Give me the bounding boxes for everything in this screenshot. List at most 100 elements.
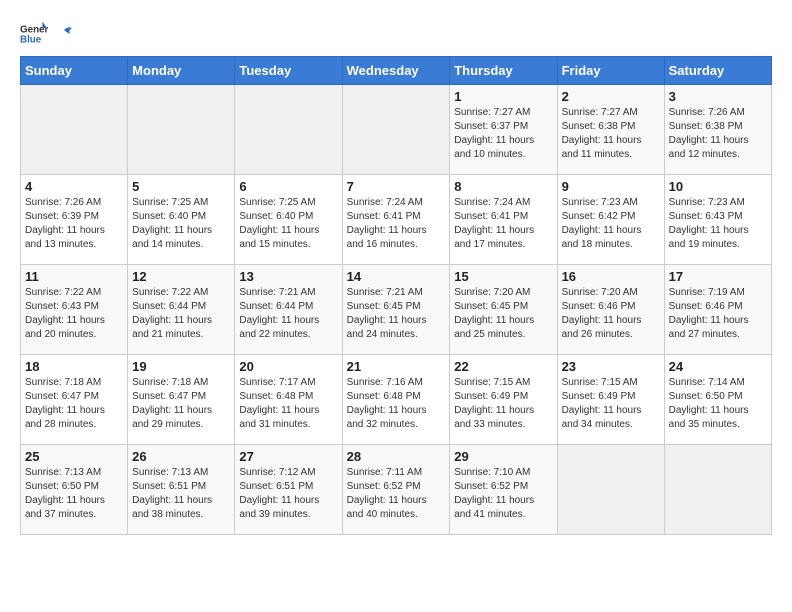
cell-date-7: 7: [347, 179, 446, 194]
cell-date-13: 13: [239, 269, 337, 284]
cell-info-14: Sunrise: 7:21 AMSunset: 6:45 PMDaylight:…: [347, 286, 446, 342]
calendar-cell-30: 27 Sunrise: 7:12 AMSunset: 6:51 PMDayligh…: [235, 445, 342, 535]
calendar-cell-6: 3 Sunrise: 7:26 AMSunset: 6:38 PMDaylight…: [664, 85, 771, 175]
day-header-tuesday: Tuesday: [235, 57, 342, 85]
calendar-cell-27: 24 Sunrise: 7:14 AMSunset: 6:50 PMDayligh…: [664, 355, 771, 445]
calendar-cell-16: 13 Sunrise: 7:21 AMSunset: 6:44 PMDayligh…: [235, 265, 342, 355]
calendar-table: SundayMondayTuesdayWednesdayThursdayFrid…: [20, 56, 772, 535]
calendar-cell-34: [664, 445, 771, 535]
calendar-cell-22: 19 Sunrise: 7:18 AMSunset: 6:47 PMDayligh…: [128, 355, 235, 445]
cell-date-21: 21: [347, 359, 446, 374]
calendar-cell-9: 6 Sunrise: 7:25 AMSunset: 6:40 PMDaylight…: [235, 175, 342, 265]
calendar-cell-11: 8 Sunrise: 7:24 AMSunset: 6:41 PMDaylight…: [450, 175, 557, 265]
cell-info-4: Sunrise: 7:26 AMSunset: 6:39 PMDaylight:…: [25, 196, 123, 252]
cell-date-1: 1: [454, 89, 552, 104]
cell-date-11: 11: [25, 269, 123, 284]
calendar-cell-3: [342, 85, 450, 175]
cell-info-13: Sunrise: 7:21 AMSunset: 6:44 PMDaylight:…: [239, 286, 337, 342]
day-header-saturday: Saturday: [664, 57, 771, 85]
calendar-cell-21: 18 Sunrise: 7:18 AMSunset: 6:47 PMDayligh…: [21, 355, 128, 445]
cell-date-22: 22: [454, 359, 552, 374]
cell-info-26: Sunrise: 7:13 AMSunset: 6:51 PMDaylight:…: [132, 466, 230, 522]
cell-info-27: Sunrise: 7:12 AMSunset: 6:51 PMDaylight:…: [239, 466, 337, 522]
day-header-wednesday: Wednesday: [342, 57, 450, 85]
cell-date-10: 10: [669, 179, 767, 194]
logo-bird-icon: [54, 26, 74, 42]
cell-date-15: 15: [454, 269, 552, 284]
cell-date-28: 28: [347, 449, 446, 464]
cell-date-16: 16: [562, 269, 660, 284]
cell-info-18: Sunrise: 7:18 AMSunset: 6:47 PMDaylight:…: [25, 376, 123, 432]
cell-date-25: 25: [25, 449, 123, 464]
cell-info-21: Sunrise: 7:16 AMSunset: 6:48 PMDaylight:…: [347, 376, 446, 432]
logo: General Blue: [20, 20, 74, 48]
cell-info-7: Sunrise: 7:24 AMSunset: 6:41 PMDaylight:…: [347, 196, 446, 252]
calendar-cell-5: 2Sunrise: 7:27 AMSunset: 6:38 PMDaylight…: [557, 85, 664, 175]
cell-date-3: 3: [669, 89, 767, 104]
calendar-cell-18: 15 Sunrise: 7:20 AMSunset: 6:45 PMDayligh…: [450, 265, 557, 355]
cell-date-14: 14: [347, 269, 446, 284]
calendar-cell-13: 10 Sunrise: 7:23 AMSunset: 6:43 PMDayligh…: [664, 175, 771, 265]
calendar-cell-0: [21, 85, 128, 175]
cell-info-8: Sunrise: 7:24 AMSunset: 6:41 PMDaylight:…: [454, 196, 552, 252]
cell-date-6: 6: [239, 179, 337, 194]
day-header-sunday: Sunday: [21, 57, 128, 85]
svg-text:Blue: Blue: [20, 34, 42, 45]
cell-info-12: Sunrise: 7:22 AMSunset: 6:44 PMDaylight:…: [132, 286, 230, 342]
cell-info-1: Sunrise: 7:27 AMSunset: 6:37 PMDaylight:…: [454, 106, 552, 162]
cell-date-19: 19: [132, 359, 230, 374]
calendar-cell-19: 16Sunrise: 7:20 AMSunset: 6:46 PMDayligh…: [557, 265, 664, 355]
cell-info-15: Sunrise: 7:20 AMSunset: 6:45 PMDaylight:…: [454, 286, 552, 342]
cell-date-18: 18: [25, 359, 123, 374]
cell-info-2: Sunrise: 7:27 AMSunset: 6:38 PMDaylight:…: [562, 106, 660, 162]
cell-info-17: Sunrise: 7:19 AMSunset: 6:46 PMDaylight:…: [669, 286, 767, 342]
cell-info-25: Sunrise: 7:13 AMSunset: 6:50 PMDaylight:…: [25, 466, 123, 522]
calendar-cell-29: 26 Sunrise: 7:13 AMSunset: 6:51 PMDayligh…: [128, 445, 235, 535]
cell-date-29: 29: [454, 449, 552, 464]
cell-date-9: 9: [562, 179, 660, 194]
cell-info-19: Sunrise: 7:18 AMSunset: 6:47 PMDaylight:…: [132, 376, 230, 432]
calendar-cell-23: 20 Sunrise: 7:17 AMSunset: 6:48 PMDayligh…: [235, 355, 342, 445]
calendar-cell-15: 12 Sunrise: 7:22 AMSunset: 6:44 PMDayligh…: [128, 265, 235, 355]
calendar-cell-10: 7 Sunrise: 7:24 AMSunset: 6:41 PMDaylight…: [342, 175, 450, 265]
cell-info-24: Sunrise: 7:14 AMSunset: 6:50 PMDaylight:…: [669, 376, 767, 432]
day-header-thursday: Thursday: [450, 57, 557, 85]
cell-date-5: 5: [132, 179, 230, 194]
calendar-cell-24: 21 Sunrise: 7:16 AMSunset: 6:48 PMDayligh…: [342, 355, 450, 445]
cell-info-9: Sunrise: 7:23 AMSunset: 6:42 PMDaylight:…: [562, 196, 660, 252]
cell-info-28: Sunrise: 7:11 AMSunset: 6:52 PMDaylight:…: [347, 466, 446, 522]
cell-date-27: 27: [239, 449, 337, 464]
cell-info-29: Sunrise: 7:10 AMSunset: 6:52 PMDaylight:…: [454, 466, 552, 522]
calendar-cell-20: 17 Sunrise: 7:19 AMSunset: 6:46 PMDayligh…: [664, 265, 771, 355]
cell-info-10: Sunrise: 7:23 AMSunset: 6:43 PMDaylight:…: [669, 196, 767, 252]
cell-date-23: 23: [562, 359, 660, 374]
cell-info-3: Sunrise: 7:26 AMSunset: 6:38 PMDaylight:…: [669, 106, 767, 162]
cell-date-17: 17: [669, 269, 767, 284]
cell-date-24: 24: [669, 359, 767, 374]
calendar-cell-2: [235, 85, 342, 175]
day-header-monday: Monday: [128, 57, 235, 85]
cell-info-6: Sunrise: 7:25 AMSunset: 6:40 PMDaylight:…: [239, 196, 337, 252]
cell-info-20: Sunrise: 7:17 AMSunset: 6:48 PMDaylight:…: [239, 376, 337, 432]
cell-date-20: 20: [239, 359, 337, 374]
calendar-cell-7: 4 Sunrise: 7:26 AMSunset: 6:39 PMDaylight…: [21, 175, 128, 265]
calendar-cell-12: 9 Sunrise: 7:23 AMSunset: 6:42 PMDaylight…: [557, 175, 664, 265]
cell-date-8: 8: [454, 179, 552, 194]
cell-info-5: Sunrise: 7:25 AMSunset: 6:40 PMDaylight:…: [132, 196, 230, 252]
calendar-cell-4: 1 Sunrise: 7:27 AMSunset: 6:37 PMDaylight…: [450, 85, 557, 175]
cell-date-26: 26: [132, 449, 230, 464]
calendar-cell-17: 14 Sunrise: 7:21 AMSunset: 6:45 PMDayligh…: [342, 265, 450, 355]
calendar-cell-32: 29 Sunrise: 7:10 AMSunset: 6:52 PMDayligh…: [450, 445, 557, 535]
calendar-cell-26: 23 Sunrise: 7:15 AMSunset: 6:49 PMDayligh…: [557, 355, 664, 445]
calendar-cell-1: [128, 85, 235, 175]
cell-info-23: Sunrise: 7:15 AMSunset: 6:49 PMDaylight:…: [562, 376, 660, 432]
cell-date-4: 4: [25, 179, 123, 194]
calendar-cell-28: 25 Sunrise: 7:13 AMSunset: 6:50 PMDayligh…: [21, 445, 128, 535]
calendar-cell-31: 28 Sunrise: 7:11 AMSunset: 6:52 PMDayligh…: [342, 445, 450, 535]
day-header-friday: Friday: [557, 57, 664, 85]
cell-date-12: 12: [132, 269, 230, 284]
calendar-cell-25: 22 Sunrise: 7:15 AMSunset: 6:49 PMDayligh…: [450, 355, 557, 445]
cell-info-22: Sunrise: 7:15 AMSunset: 6:49 PMDaylight:…: [454, 376, 552, 432]
calendar-cell-33: [557, 445, 664, 535]
calendar-cell-14: 11Sunrise: 7:22 AMSunset: 6:43 PMDayligh…: [21, 265, 128, 355]
